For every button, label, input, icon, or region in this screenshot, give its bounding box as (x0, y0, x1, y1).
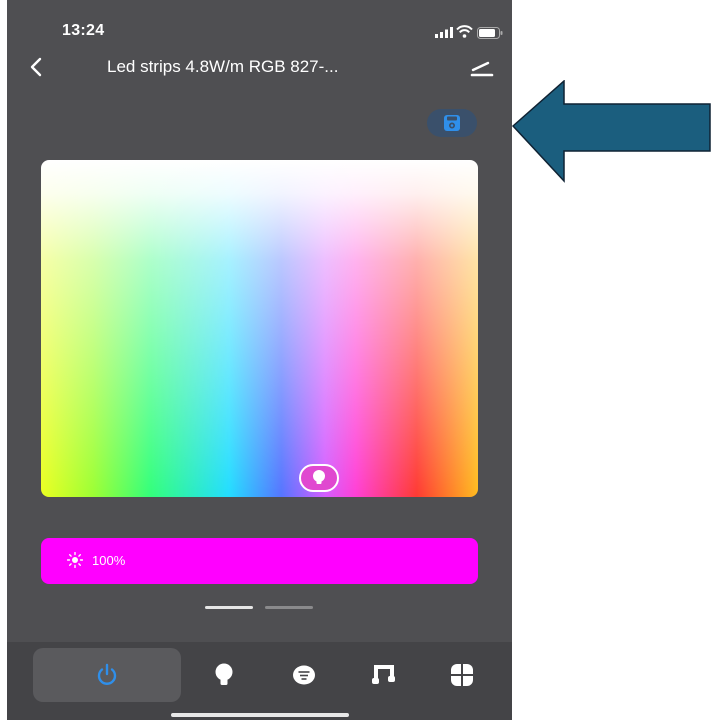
music-icon (372, 665, 395, 684)
page-indicator-inactive[interactable] (265, 606, 313, 609)
brightness-slider[interactable]: 100% (41, 538, 478, 584)
tab-power[interactable] (33, 648, 181, 702)
annotation-arrow (512, 80, 711, 183)
nav-bar: Led strips 4.8W/m RGB 827-... (7, 50, 512, 84)
tab-white[interactable] (203, 648, 243, 702)
tab-bar (7, 642, 512, 720)
home-indicator (171, 713, 349, 717)
color-picker-handle[interactable] (299, 464, 339, 492)
page-indicator-active[interactable] (205, 606, 253, 609)
wifi-icon (456, 25, 473, 38)
status-time: 13:24 (62, 22, 105, 39)
grid-icon (451, 664, 473, 686)
page-title: Led strips 4.8W/m RGB 827-... (107, 57, 339, 76)
save-button[interactable] (427, 109, 477, 137)
brightness-value: 100% (92, 553, 126, 568)
battery-icon (477, 27, 503, 39)
signal-icon (435, 27, 453, 38)
tab-music[interactable] (363, 648, 403, 702)
power-icon (97, 663, 117, 685)
back-button[interactable] (25, 55, 47, 79)
tab-scene[interactable] (283, 648, 323, 702)
floppy-disk-icon (444, 115, 460, 131)
status-bar: 13:24 (7, 0, 512, 50)
phone-screen: 13:24 Led strips 4.8W/m RGB 827-... 100% (7, 0, 512, 720)
bulb-icon (313, 470, 325, 484)
edit-button[interactable] (469, 55, 495, 79)
tab-more[interactable] (441, 648, 481, 702)
sun-icon (67, 552, 83, 568)
color-picker[interactable] (41, 160, 478, 497)
scene-icon (293, 665, 315, 685)
bulb-icon (215, 663, 233, 685)
